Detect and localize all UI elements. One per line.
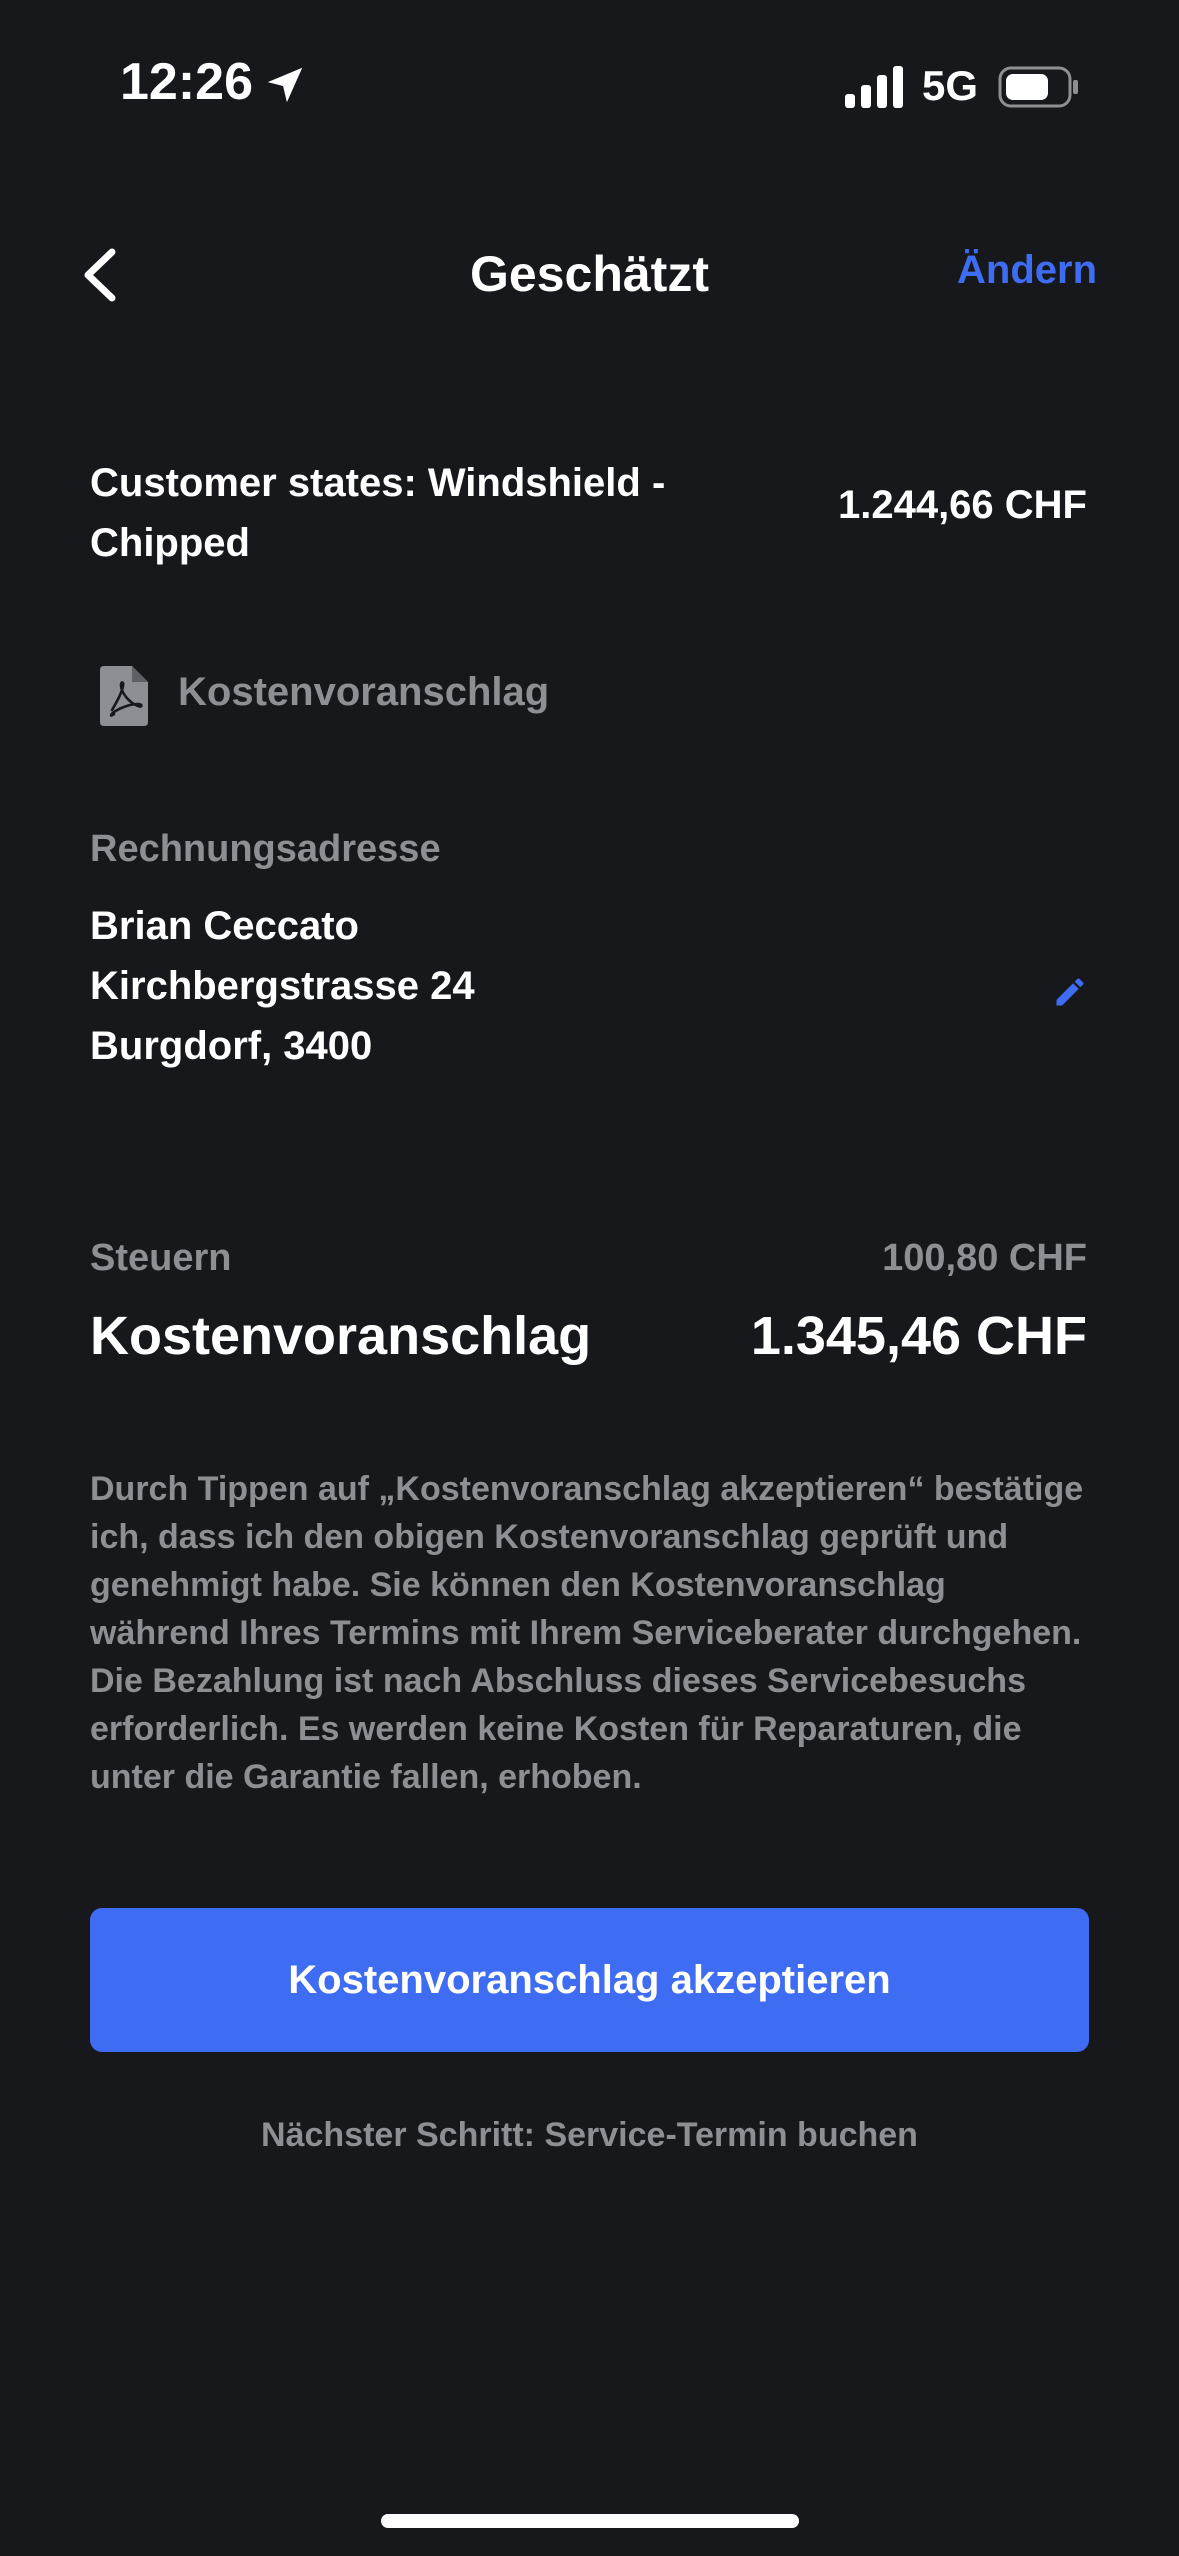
pencil-icon[interactable] <box>1052 974 1088 1010</box>
line-item-description: Customer states: Windshield - Chipped <box>90 461 666 565</box>
total-label: Kostenvoranschlag <box>90 1306 592 1366</box>
edit-button[interactable]: Ändern <box>957 248 1097 293</box>
next-step-text: Nächster Schritt: Service-Termin buchen <box>261 2116 918 2154</box>
home-indicator[interactable] <box>381 2514 799 2528</box>
accept-estimate-label: Kostenvoranschlag akzeptieren <box>288 1957 891 2002</box>
line-item-price: 1.244,66 CHF <box>837 483 1087 527</box>
battery-icon <box>998 66 1078 108</box>
location-arrow-icon <box>267 67 303 103</box>
disclaimer-text: Durch Tippen auf „Kostenvoranschlag akze… <box>90 1470 1084 1796</box>
network-type: 5G <box>922 62 979 109</box>
status-time: 12:26 <box>120 53 253 111</box>
tax-value: 100,80 CHF <box>882 1237 1087 1279</box>
billing-city: Burgdorf, 3400 <box>90 1024 373 1068</box>
pdf-file-icon[interactable] <box>98 664 152 728</box>
total-value: 1.345,46 CHF <box>750 1306 1087 1366</box>
billing-address-label: Rechnungsadresse <box>90 828 441 870</box>
signal-icon <box>845 66 903 108</box>
accept-estimate-button[interactable]: Kostenvoranschlag akzeptieren <box>90 1908 1089 2052</box>
billing-street: Kirchbergstrasse 24 <box>90 964 475 1008</box>
tax-label: Steuern <box>90 1237 232 1279</box>
billing-name: Brian Ceccato <box>90 904 359 948</box>
estimate-document-link[interactable]: Kostenvoranschlag <box>178 670 549 715</box>
